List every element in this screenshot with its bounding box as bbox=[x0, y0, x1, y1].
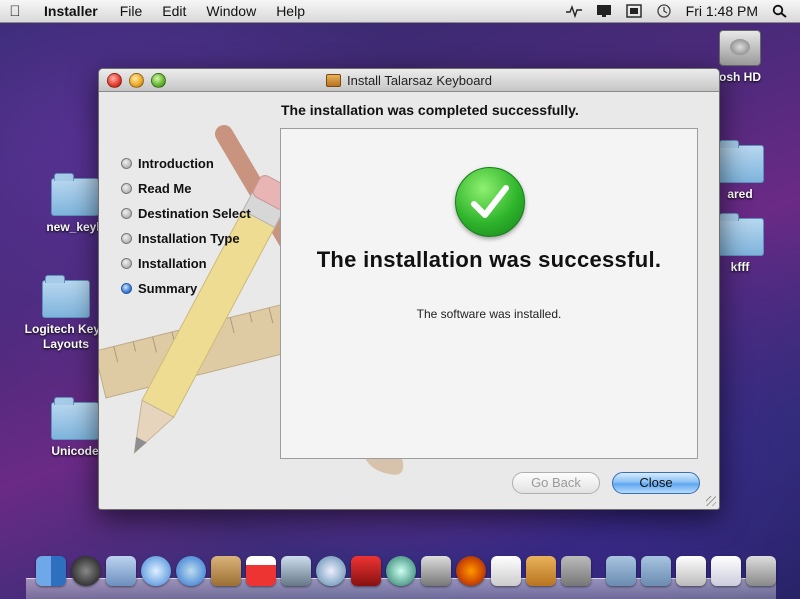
step-read-me: Read Me bbox=[121, 176, 251, 201]
activity-icon[interactable] bbox=[565, 4, 582, 19]
time-machine-icon[interactable] bbox=[656, 4, 672, 18]
safari-icon[interactable] bbox=[141, 556, 171, 586]
window-stack-icon[interactable] bbox=[711, 556, 741, 586]
status-header: The installation was completed successfu… bbox=[281, 102, 579, 118]
minimize-window-button[interactable] bbox=[129, 73, 144, 88]
step-bullet-icon bbox=[121, 233, 132, 244]
downloads-icon[interactable] bbox=[561, 556, 591, 586]
step-installation-type: Installation Type bbox=[121, 226, 251, 251]
hard-drive-icon bbox=[719, 30, 761, 66]
step-summary: Summary bbox=[121, 276, 251, 301]
window-title: Install Talarsaz Keyboard bbox=[346, 72, 492, 88]
success-detail: The software was installed. bbox=[416, 307, 562, 321]
step-bullet-icon bbox=[121, 208, 132, 219]
folder-icon bbox=[716, 140, 764, 183]
photo-booth-icon[interactable] bbox=[351, 556, 381, 586]
dock bbox=[26, 554, 776, 599]
package-icon bbox=[325, 73, 341, 87]
applications-stack-icon[interactable] bbox=[606, 556, 636, 586]
trash-icon[interactable] bbox=[746, 556, 776, 586]
firefox-icon[interactable] bbox=[456, 556, 486, 586]
mail-icon[interactable] bbox=[106, 556, 136, 586]
apple-menu-icon[interactable]:  bbox=[0, 3, 30, 20]
ichat-icon[interactable] bbox=[176, 556, 206, 586]
resize-grip-icon[interactable] bbox=[706, 496, 716, 506]
preview-icon[interactable] bbox=[281, 556, 311, 586]
menu-window[interactable]: Window bbox=[196, 3, 266, 19]
success-checkmark-icon bbox=[455, 167, 525, 237]
installer-window: Install Talarsaz Keyboard The installati… bbox=[98, 68, 720, 510]
step-bullet-icon bbox=[121, 183, 132, 194]
installer-icon[interactable] bbox=[526, 556, 556, 586]
ical-icon[interactable] bbox=[246, 556, 276, 586]
folder-icon bbox=[51, 397, 99, 440]
menu-bar:  Installer File Edit Window Help Fri 1:… bbox=[0, 0, 800, 23]
address-book-icon[interactable] bbox=[211, 556, 241, 586]
folder-icon bbox=[716, 213, 764, 256]
system-preferences-icon[interactable] bbox=[421, 556, 451, 586]
step-bullet-active-icon bbox=[121, 283, 132, 294]
display-icon[interactable] bbox=[596, 4, 612, 18]
step-introduction: Introduction bbox=[121, 151, 251, 176]
close-button[interactable]: Close bbox=[612, 472, 700, 494]
time-machine-icon[interactable] bbox=[386, 556, 416, 586]
success-title: The installation was successful. bbox=[316, 247, 662, 272]
step-bullet-icon bbox=[121, 158, 132, 169]
menu-file[interactable]: File bbox=[110, 3, 153, 19]
keyboard-viewer-icon[interactable] bbox=[625, 4, 642, 18]
dashboard-icon[interactable] bbox=[71, 556, 101, 586]
step-installation: Installation bbox=[121, 251, 251, 276]
documents-stack-icon[interactable] bbox=[641, 556, 671, 586]
content-panel: The installation was successful. The sof… bbox=[280, 128, 698, 459]
close-window-button[interactable] bbox=[107, 73, 122, 88]
title-bar[interactable]: Install Talarsaz Keyboard bbox=[99, 69, 719, 92]
spotlight-search-icon[interactable] bbox=[772, 4, 788, 18]
zoom-window-button[interactable] bbox=[151, 73, 166, 88]
step-destination-select: Destination Select bbox=[121, 201, 251, 226]
clock[interactable]: Fri 1:48 PM bbox=[686, 3, 758, 19]
step-list: Introduction Read Me Destination Select … bbox=[121, 151, 251, 301]
app-menu[interactable]: Installer bbox=[30, 3, 110, 19]
menu-edit[interactable]: Edit bbox=[152, 3, 196, 19]
document-icon[interactable] bbox=[676, 556, 706, 586]
go-back-button[interactable]: Go Back bbox=[512, 472, 600, 494]
folder-icon bbox=[42, 275, 90, 318]
itunes-icon[interactable] bbox=[316, 556, 346, 586]
menu-help[interactable]: Help bbox=[266, 3, 315, 19]
textedit-icon[interactable] bbox=[491, 556, 521, 586]
finder-icon[interactable] bbox=[36, 556, 66, 586]
folder-icon bbox=[51, 173, 99, 216]
step-bullet-icon bbox=[121, 258, 132, 269]
